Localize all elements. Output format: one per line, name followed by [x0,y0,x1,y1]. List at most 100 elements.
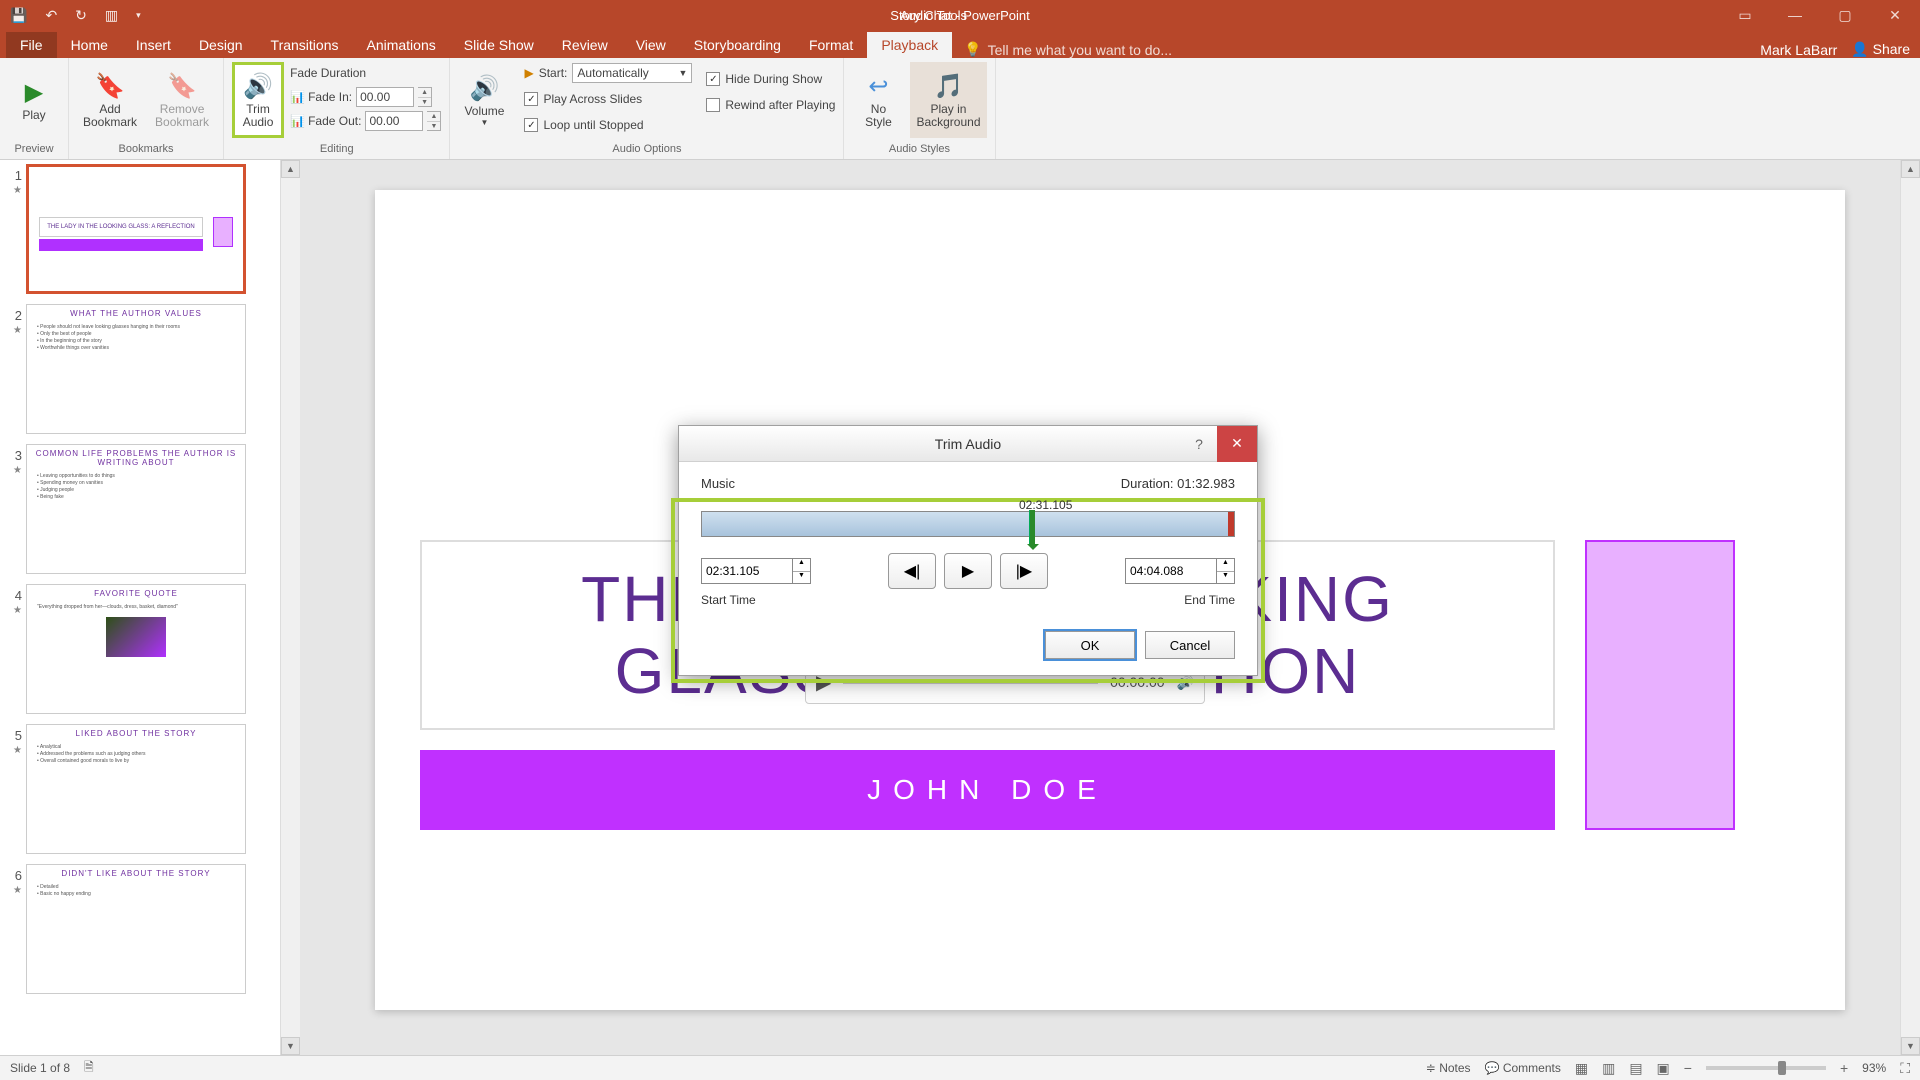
slideshow-view-icon[interactable]: ▣ [1657,1060,1670,1077]
fade-in-spinner[interactable]: ▲▼ [418,87,432,107]
tab-insert[interactable]: Insert [122,32,185,58]
background-audio-icon: 🎵 [934,72,964,101]
loop-checkbox[interactable]: ✓ [524,118,538,132]
zoom-slider[interactable] [1706,1066,1826,1070]
slide-thumb-6[interactable]: 6★ DIDN'T LIKE ABOUT THE STORY • Detaile… [6,864,274,994]
sorter-view-icon[interactable]: ▥ [1602,1060,1615,1077]
start-time-input[interactable] [701,558,793,584]
waveform[interactable] [701,511,1235,537]
tab-file[interactable]: File [6,32,57,58]
qat-customize-icon[interactable]: ▾ [136,10,141,21]
slide-thumb-5[interactable]: 5★ LIKED ABOUT THE STORY • Analytical• A… [6,724,274,854]
tab-home[interactable]: Home [57,32,122,58]
trim-audio-button[interactable]: 🔊 Trim Audio [232,62,284,138]
fit-to-window-icon[interactable]: ⛶ [1900,1060,1910,1077]
bookmark-remove-icon: 🔖 [167,72,197,101]
minimize-icon[interactable]: — [1770,0,1820,30]
group-audio-styles: Audio Styles [852,141,986,157]
zoom-in-icon[interactable]: + [1840,1060,1848,1076]
slide-thumb-4[interactable]: 4★ FAVORITE QUOTE "Everything dropped fr… [6,584,274,714]
play-across-checkbox[interactable]: ✓ [524,92,538,106]
no-style-icon: ↩ [868,72,888,101]
group-editing: Editing [232,141,441,157]
audio-name: Music [701,476,735,491]
ribbon-options-icon[interactable]: ▭ [1720,0,1770,30]
audio-mute-icon[interactable]: 🔊 [1177,674,1194,691]
scroll-down-icon[interactable]: ▼ [281,1037,300,1055]
fade-out-icon: 📊 [290,114,304,128]
lightbulb-icon: 💡 [964,41,981,58]
dialog-title: Trim Audio [679,436,1257,452]
tab-transitions[interactable]: Transitions [257,32,353,58]
add-bookmark-button[interactable]: 🔖 Add Bookmark [77,62,143,138]
fade-out-input[interactable]: 00.00 [365,111,423,131]
reading-view-icon[interactable]: ▤ [1629,1060,1642,1077]
close-icon[interactable]: ✕ [1870,0,1920,30]
fade-out-spinner[interactable]: ▲▼ [427,111,441,131]
ok-button[interactable]: OK [1045,631,1135,659]
undo-icon[interactable]: ↶ [45,7,57,24]
user-name[interactable]: Mark LaBarr [1760,42,1837,58]
tab-slideshow[interactable]: Slide Show [450,32,548,58]
editor-scrollbar[interactable]: ▲ ▼ [1900,160,1920,1055]
slide-thumb-2[interactable]: 2★ WHAT THE AUTHOR VALUES • People shoul… [6,304,274,434]
group-audio-options: Audio Options [458,141,835,157]
normal-view-icon[interactable]: ▦ [1575,1060,1588,1077]
hide-checkbox[interactable]: ✓ [706,72,720,86]
play-in-background-button[interactable]: 🎵 Play in Background [910,62,986,138]
duration-label: Duration: 01:32.983 [1121,476,1235,491]
share-button[interactable]: 👤 Share [1851,41,1910,58]
group-bookmarks: Bookmarks [77,141,215,157]
prev-frame-button[interactable]: ◀| [888,553,936,589]
notes-button[interactable]: ≑ Notes [1426,1061,1471,1075]
tab-view[interactable]: View [622,32,680,58]
fade-out-label: Fade Out: [308,114,361,128]
redo-icon[interactable]: ↻ [75,7,87,24]
save-icon[interactable]: 💾 [10,7,27,24]
end-trim-handle[interactable] [1228,512,1234,536]
notes-indicator-icon[interactable]: 🗎 [84,1058,94,1079]
scroll-up-icon[interactable]: ▲ [281,160,300,178]
audio-time: 00:00.00 [1110,674,1165,690]
fade-in-icon: 📊 [290,90,304,104]
zoom-level: 93% [1862,1061,1886,1075]
tab-playback[interactable]: Playback [867,32,952,58]
rewind-checkbox[interactable] [706,98,720,112]
start-from-beginning-icon[interactable]: ▥ [105,7,118,24]
slide-thumb-3[interactable]: 3★ COMMON LIFE PROBLEMS THE AUTHOR IS WR… [6,444,274,574]
animation-star-icon: ★ [6,185,22,196]
start-icon: ▶ [524,66,533,80]
bookmark-add-icon: 🔖 [95,72,125,101]
thumb-scrollbar[interactable]: ▲ ▼ [280,160,300,1055]
fade-in-input[interactable]: 00.00 [356,87,414,107]
tab-storyboarding[interactable]: Storyboarding [680,32,795,58]
tab-animations[interactable]: Animations [352,32,449,58]
maximize-icon[interactable]: ▢ [1820,0,1870,30]
remove-bookmark-button[interactable]: 🔖 Remove Bookmark [149,62,215,138]
start-time-label: Start Time [701,593,756,607]
end-time-spinner[interactable]: ▲▼ [1217,558,1235,584]
no-style-button[interactable]: ↩ No Style [852,62,904,138]
start-dropdown[interactable]: Automatically▼ [572,63,692,83]
comments-button[interactable]: 💬 Comments [1485,1061,1561,1075]
slide-author: JOHN DOE [420,750,1555,830]
tab-review[interactable]: Review [548,32,622,58]
tell-me-search[interactable]: 💡 Tell me what you want to do... [964,41,1172,58]
start-time-spinner[interactable]: ▲▼ [793,558,811,584]
start-trim-handle[interactable] [1029,510,1035,544]
cancel-button[interactable]: Cancel [1145,631,1235,659]
editor-scroll-up-icon[interactable]: ▲ [1901,160,1920,178]
dialog-close-icon[interactable]: ✕ [1217,426,1257,462]
play-preview-button[interactable]: ▶ [944,553,992,589]
next-frame-button[interactable]: |▶ [1000,553,1048,589]
end-time-input[interactable] [1125,558,1217,584]
end-time-label: End Time [1184,593,1235,607]
dialog-help-icon[interactable]: ? [1181,426,1217,462]
zoom-out-icon[interactable]: − [1684,1060,1692,1076]
tab-design[interactable]: Design [185,32,257,58]
slide-thumb-1[interactable]: 1★ THE LADY IN THE LOOKING GLASS: A REFL… [6,164,274,294]
editor-scroll-down-icon[interactable]: ▼ [1901,1037,1920,1055]
tab-format[interactable]: Format [795,32,867,58]
play-button[interactable]: ▶ Play [8,62,60,138]
volume-button[interactable]: 🔊 Volume ▼ [458,62,510,138]
